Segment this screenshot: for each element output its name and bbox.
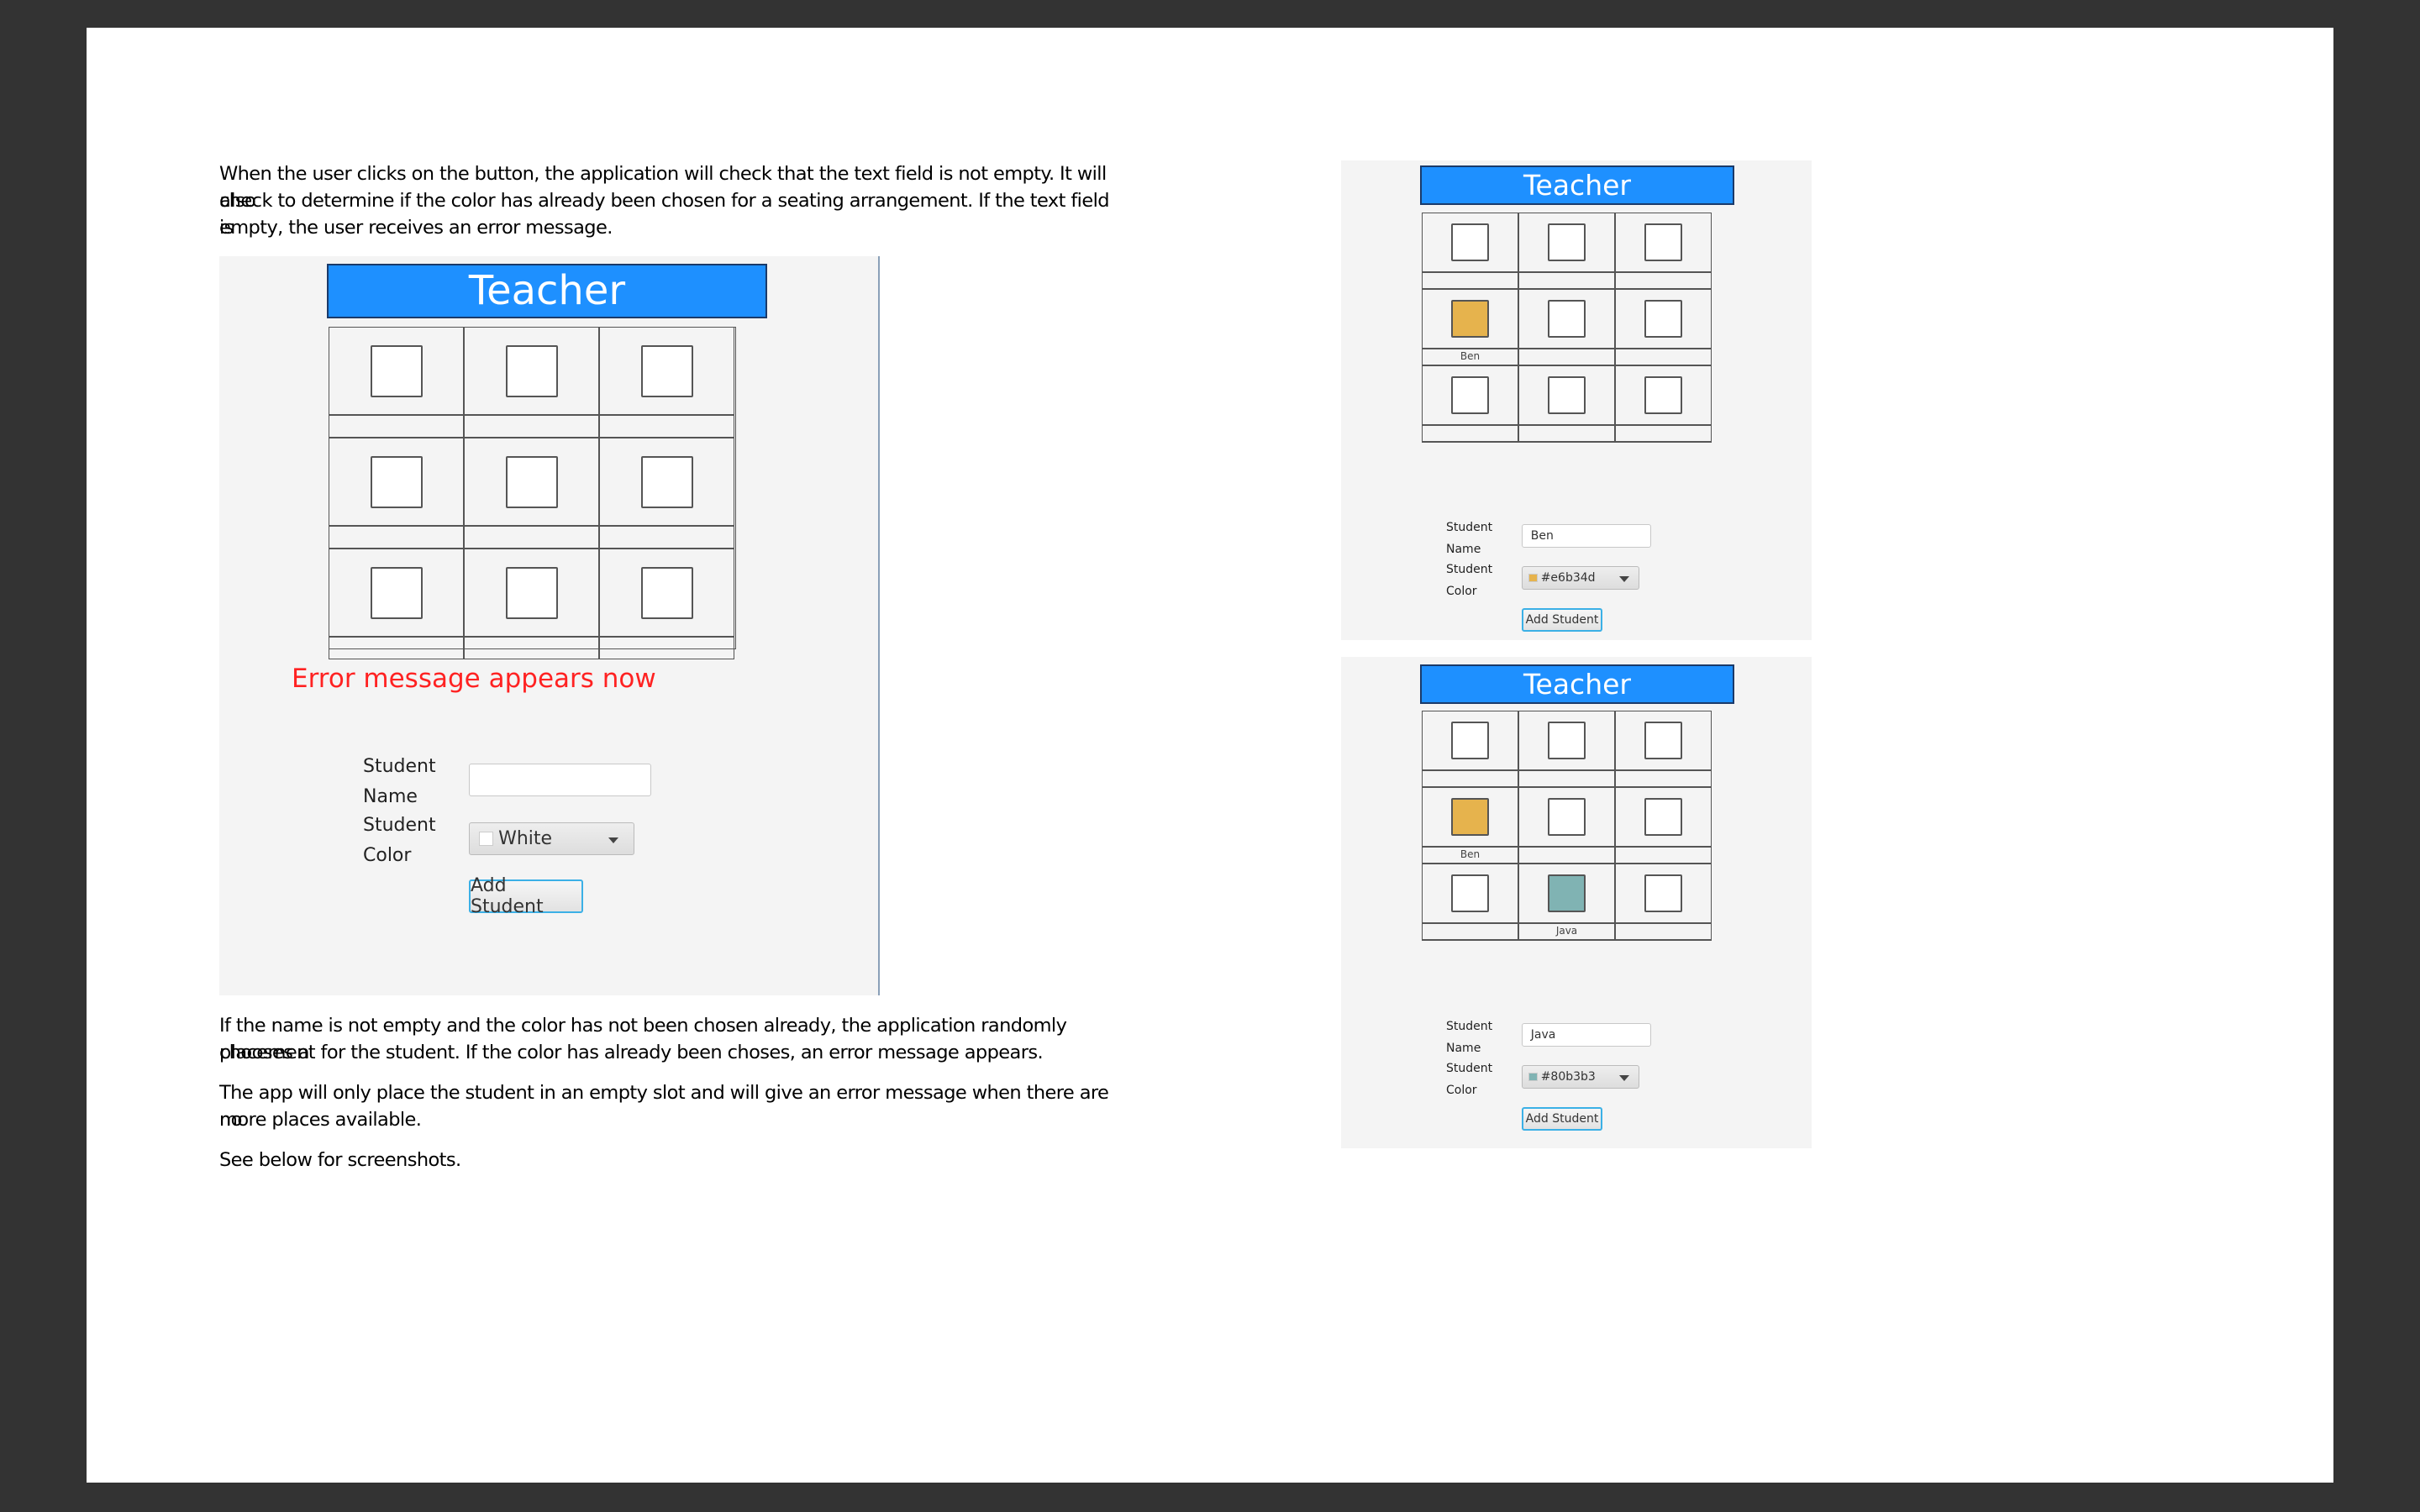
seat-box[interactable] — [1451, 223, 1489, 261]
color-swatch — [1528, 573, 1538, 583]
seat-name-cell — [329, 637, 464, 659]
color-value: #e6b34d — [1540, 571, 1596, 585]
seat-box[interactable] — [1644, 376, 1682, 414]
seat-name-cell — [1615, 272, 1712, 289]
student-name-input[interactable]: Ben — [1522, 524, 1651, 548]
seat-name-cell — [1518, 425, 1615, 442]
student-name-label: Name — [1446, 1041, 1481, 1055]
seat-box[interactable] — [1548, 722, 1586, 759]
seat-name-cell — [464, 415, 599, 438]
seat-name-cell — [1518, 847, 1615, 864]
student-color-dropdown[interactable]: #80b3b3 — [1522, 1065, 1639, 1089]
student-name-input[interactable] — [469, 764, 651, 796]
student-name-label: Student — [1446, 1020, 1493, 1033]
seat-name-cell — [1615, 770, 1712, 787]
add-student-button[interactable]: Add Student — [1522, 1107, 1602, 1131]
seat-box[interactable] — [1548, 376, 1586, 414]
seat-name-cell — [1615, 425, 1712, 442]
student-color-label: Color — [1446, 584, 1477, 598]
seat-name-cell — [464, 526, 599, 549]
seat-name-cell — [1518, 272, 1615, 289]
seat-student-name: Ben — [1460, 848, 1481, 860]
add-student-button[interactable]: Add Student — [1522, 608, 1602, 632]
color-swatch — [1528, 1072, 1538, 1082]
seat-box[interactable] — [1451, 874, 1489, 912]
student-name-value: Java — [1530, 1028, 1556, 1042]
seat-box[interactable] — [370, 344, 423, 397]
seat-name-cell — [1518, 770, 1615, 787]
seat-name-cell — [1422, 923, 1518, 940]
seat-box[interactable] — [1644, 722, 1682, 759]
seat-box[interactable] — [370, 566, 423, 619]
seat-box[interactable] — [505, 566, 558, 619]
color-value: White — [498, 828, 553, 849]
chevron-down-icon — [1618, 1075, 1629, 1081]
student-name-label: Student — [1446, 521, 1493, 534]
seat-box[interactable] — [1548, 223, 1586, 261]
student-name-label: Student — [363, 756, 436, 777]
seat-name-cell — [1422, 425, 1518, 442]
teacher-header: Teacher — [1420, 664, 1734, 704]
seat-box[interactable] — [370, 455, 423, 508]
student-color-label: Student — [1446, 563, 1493, 576]
student-name-input[interactable]: Java — [1522, 1023, 1651, 1047]
slot-paragraph-line: more places available. — [219, 1109, 422, 1131]
color-value: #80b3b3 — [1540, 1070, 1596, 1084]
seat-box[interactable] — [1451, 722, 1489, 759]
student-name-label: Name — [363, 786, 418, 808]
seat-name-cell — [599, 637, 734, 659]
seat-box[interactable] — [1451, 300, 1489, 338]
seat-student-name: Java — [1555, 925, 1578, 937]
seat-box[interactable] — [1451, 376, 1489, 414]
seat-box[interactable] — [1644, 223, 1682, 261]
seat-name-cell — [464, 637, 599, 659]
teacher-header: Teacher — [1420, 165, 1734, 205]
result-paragraph-line: placement for the student. If the color … — [219, 1042, 1044, 1063]
error-message: Error message appears now — [292, 664, 656, 694]
seat-box[interactable] — [1451, 798, 1489, 836]
student-name-value: Ben — [1530, 529, 1554, 543]
chevron-down-icon — [1618, 576, 1629, 582]
seat-box[interactable] — [1644, 874, 1682, 912]
seat-name-cell — [1518, 349, 1615, 365]
intro-paragraph-line: empty, the user receives an error messag… — [219, 217, 613, 239]
seat-name-cell — [599, 415, 734, 438]
seat-name-cell — [329, 415, 464, 438]
seat-name-cell — [599, 526, 734, 549]
add-student-button[interactable]: Add Student — [469, 875, 583, 917]
seat-box[interactable] — [640, 455, 693, 508]
seat-name-cell — [1615, 349, 1712, 365]
seat-name-cell — [1615, 923, 1712, 940]
color-swatch — [479, 832, 493, 846]
student-color-dropdown[interactable]: #e6b34d — [1522, 566, 1639, 590]
screenshots-paragraph-line: See below for screenshots. — [219, 1149, 461, 1171]
student-color-label: Student — [363, 815, 436, 836]
seat-box[interactable] — [1548, 798, 1586, 836]
seat-box[interactable] — [1548, 874, 1586, 912]
seat-box[interactable] — [640, 566, 693, 619]
seat-box[interactable] — [640, 344, 693, 397]
seat-name-cell — [329, 526, 464, 549]
student-color-label: Color — [363, 845, 412, 867]
seat-box[interactable] — [1644, 300, 1682, 338]
teacher-header: Teacher — [327, 264, 767, 318]
seat-box[interactable] — [1548, 300, 1586, 338]
seat-name-cell — [1422, 770, 1518, 787]
student-color-label: Color — [1446, 1083, 1477, 1097]
seat-student-name: Ben — [1460, 350, 1481, 362]
seat-name-cell — [1422, 272, 1518, 289]
seat-box[interactable] — [505, 344, 558, 397]
seat-box[interactable] — [1644, 798, 1682, 836]
seat-name-cell — [1615, 847, 1712, 864]
chevron-down-icon — [608, 837, 619, 843]
seat-box[interactable] — [505, 455, 558, 508]
student-color-dropdown[interactable]: White — [469, 822, 634, 855]
student-name-label: Name — [1446, 542, 1481, 556]
student-color-label: Student — [1446, 1062, 1493, 1075]
